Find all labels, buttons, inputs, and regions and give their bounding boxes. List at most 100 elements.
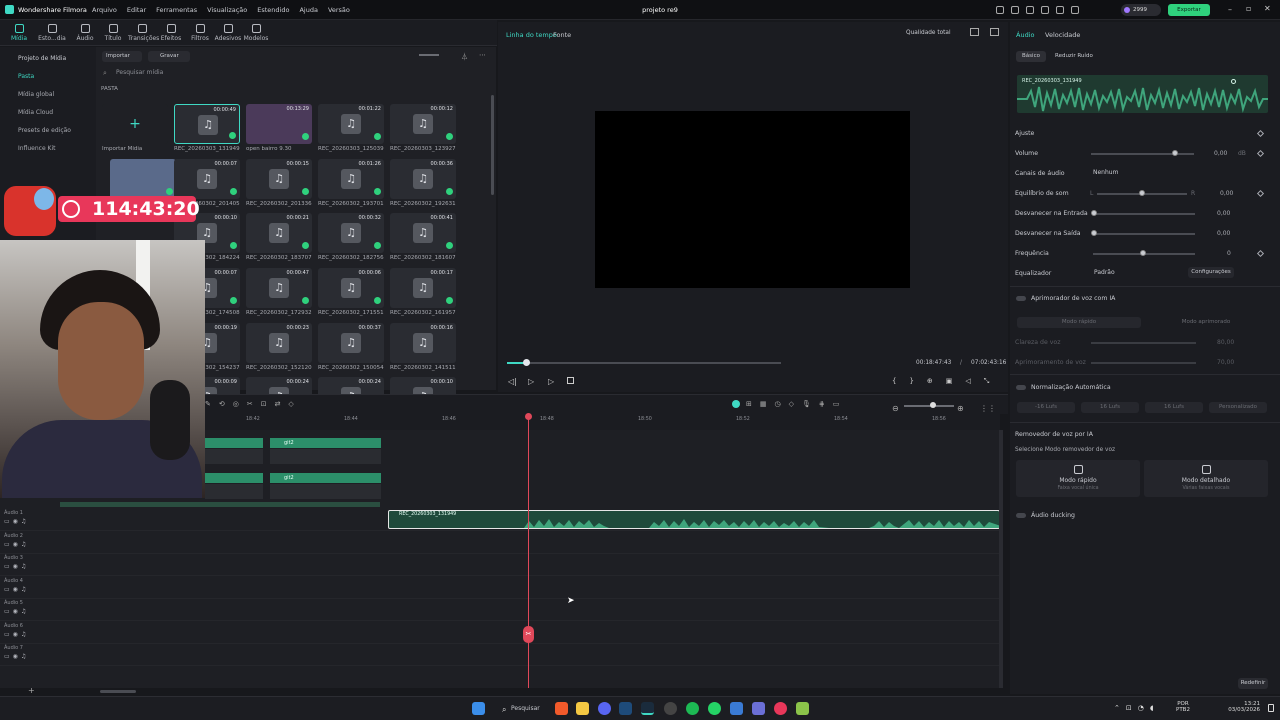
sidebar-item-midia-global[interactable]: Mídia global: [4, 88, 92, 102]
sidebar-item-midia-cloud[interactable]: Mídia Cloud: [4, 106, 92, 120]
add-track-icon[interactable]: +: [28, 686, 35, 695]
obs-icon[interactable]: [664, 702, 677, 715]
media-thumbnail[interactable]: ♫ 00:00:49: [174, 104, 240, 144]
balance-value[interactable]: 0,00: [1220, 190, 1233, 197]
media-thumbnail[interactable]: ♫ 00:00:17: [390, 268, 456, 308]
play-icon[interactable]: ▷: [548, 377, 554, 386]
video-clip-git2[interactable]: git2: [270, 473, 381, 483]
sidebar-item-projeto[interactable]: Projeto de Mídia: [4, 52, 92, 66]
media-thumbnail[interactable]: ♫ 00:00:47: [246, 268, 312, 308]
waveform-handle[interactable]: [1231, 79, 1236, 84]
menu-visualizacao[interactable]: Visualização: [207, 6, 247, 14]
mode-fast-button[interactable]: Modo rápido: [1017, 317, 1141, 328]
filter-icon[interactable]: ⏃: [461, 52, 468, 62]
track-controls[interactable]: ▭◉♫: [4, 518, 58, 525]
zoom-out-icon[interactable]: ⊖: [892, 404, 899, 413]
tab-titulo[interactable]: Título: [99, 22, 127, 42]
fadein-slider[interactable]: [1093, 213, 1195, 215]
fadein-value[interactable]: 0,00: [1217, 210, 1230, 217]
media-thumbnail[interactable]: ♫ 00:00:15: [246, 159, 312, 199]
media-thumbnail[interactable]: ♫ 00:00:32: [318, 213, 384, 253]
fadeout-slider[interactable]: [1093, 233, 1195, 235]
app-icon[interactable]: [796, 702, 809, 715]
scissors-icon[interactable]: ✂: [523, 626, 534, 643]
channels-dropdown[interactable]: Nenhum: [1088, 167, 1268, 178]
tab-filtros[interactable]: Filtros: [186, 22, 214, 42]
sidebar-item-pasta[interactable]: Pasta: [4, 70, 92, 84]
tab-estoque[interactable]: Esto...dia: [38, 22, 66, 42]
prev-frame-icon[interactable]: ◁|: [508, 377, 517, 386]
whatsapp-icon[interactable]: [708, 702, 721, 715]
fadeout-value[interactable]: 0,00: [1217, 230, 1230, 237]
timeline-zoom-slider[interactable]: [904, 405, 954, 407]
ai-icon[interactable]: [732, 400, 740, 408]
app-icon[interactable]: [752, 702, 765, 715]
audio-ducking-toggle[interactable]: [1016, 513, 1026, 518]
media-thumbnail[interactable]: ♫ 00:00:41: [390, 213, 456, 253]
play-back-icon[interactable]: ▷: [528, 377, 534, 386]
track-controls[interactable]: ▭◉♫: [4, 563, 58, 570]
track-header[interactable]: Áudio 4 ▭◉♫: [4, 578, 58, 600]
quality-dropdown[interactable]: Qualidade total: [906, 28, 958, 39]
import-media-tile[interactable]: +: [102, 104, 168, 144]
audio-clip[interactable]: REC_20260303_131949: [388, 510, 1000, 529]
media-thumbnail[interactable]: [110, 159, 176, 199]
media-thumbnail[interactable]: ♫ 00:00:36: [390, 159, 456, 199]
volume-value[interactable]: 0,00: [1214, 150, 1227, 157]
steam-icon[interactable]: [619, 702, 632, 715]
voice-clarity-slider[interactable]: [1091, 342, 1196, 344]
volume-slider-handle[interactable]: [1172, 150, 1178, 156]
filmora-taskbar-icon[interactable]: [641, 702, 654, 715]
brave-icon[interactable]: [555, 702, 568, 715]
video-clip-git2-audio[interactable]: [270, 449, 381, 464]
voice-refine-slider[interactable]: [1091, 362, 1196, 364]
track-header[interactable]: Áudio 3 ▭◉♫: [4, 555, 58, 577]
track-header[interactable]: Áudio 6 ▭◉♫: [4, 623, 58, 645]
timeline-hscroll[interactable]: [100, 690, 136, 693]
track-controls[interactable]: ▭◉♫: [4, 541, 58, 548]
tab-linha-do-tempo[interactable]: Linha do tempo: [506, 31, 557, 39]
media-thumbnail[interactable]: ♫ 00:00:23: [246, 323, 312, 363]
track-header[interactable]: Áudio 5 ▭◉♫: [4, 600, 58, 622]
bell-icon[interactable]: [1026, 6, 1034, 14]
timeline-edit-tools[interactable]: ✎⟲◎✂⊡⇄◇: [205, 400, 302, 408]
tab-transicoes[interactable]: Transições: [128, 22, 159, 42]
menu-ajuda[interactable]: Ajuda: [299, 6, 317, 14]
discord-icon[interactable]: [598, 702, 611, 715]
track-controls[interactable]: ▭◉♫: [4, 608, 58, 615]
file-explorer-icon[interactable]: [576, 702, 589, 715]
auto-normalization-toggle[interactable]: [1016, 385, 1026, 390]
menu-ferramentas[interactable]: Ferramentas: [156, 6, 197, 14]
spotify-icon[interactable]: [686, 702, 699, 715]
track-controls[interactable]: ▭◉♫: [4, 586, 58, 593]
more-icon[interactable]: ⋯: [479, 51, 486, 59]
minimize-icon[interactable]: –: [1228, 5, 1232, 14]
volume-slider[interactable]: [1091, 153, 1194, 155]
import-button[interactable]: Importar: [102, 51, 142, 62]
maximize-icon[interactable]: ▫: [1246, 4, 1251, 13]
zoom-in-icon[interactable]: ⊕: [957, 404, 964, 413]
preview-progress-track[interactable]: [507, 362, 781, 364]
display-icon[interactable]: [990, 28, 999, 36]
clock[interactable]: 13:21 03/03/2026: [1228, 701, 1260, 713]
norm-option-1[interactable]: -16 Lufs: [1017, 402, 1075, 413]
media-thumbnail[interactable]: ♫ 00:01:22: [318, 104, 384, 144]
eq-dropdown[interactable]: Padrão: [1090, 267, 1184, 278]
tab-modelos[interactable]: Modelos: [242, 22, 270, 42]
close-icon[interactable]: ✕: [1264, 4, 1271, 13]
menu-versao[interactable]: Versão: [328, 6, 350, 14]
remover-fast-card[interactable]: Modo rápido Faixa vocal única: [1016, 460, 1140, 497]
fadeout-slider-handle[interactable]: [1091, 230, 1097, 236]
tab-audio-props[interactable]: Áudio: [1016, 31, 1034, 39]
video-clip[interactable]: [205, 473, 263, 483]
menu-arquivo[interactable]: Arquivo: [92, 6, 117, 14]
subtab-basico[interactable]: Básico: [1016, 51, 1046, 62]
zoom-slider[interactable]: [419, 54, 439, 56]
media-thumbnail[interactable]: ♫ 00:00:06: [318, 268, 384, 308]
timeline-ruler[interactable]: 18:42 18:44 18:46 18:48 18:50 18:52 18:54 18:56: [200, 414, 1000, 430]
preview-right-controls[interactable]: {}⊕▣◁⤡: [892, 377, 1002, 386]
media-thumbnail[interactable]: ♫ 00:00:16: [390, 323, 456, 363]
preview-screen[interactable]: [595, 111, 910, 288]
menu-estendido[interactable]: Estendido: [257, 6, 289, 14]
freq-slider-handle[interactable]: [1140, 250, 1146, 256]
